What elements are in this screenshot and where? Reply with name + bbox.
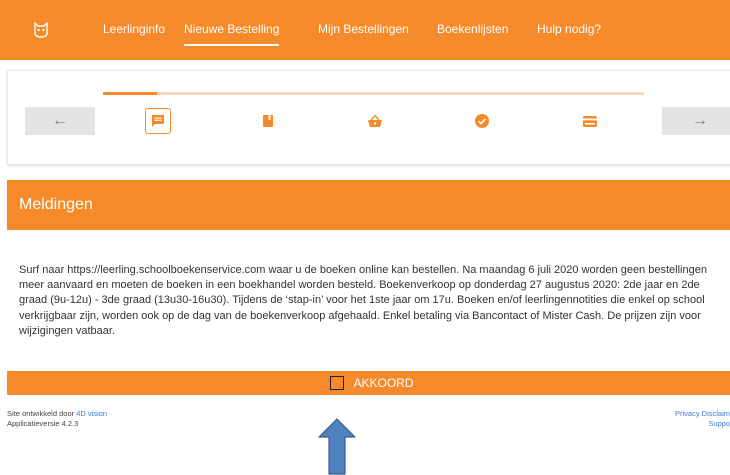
footer-credits: Site ontwikkeld door 4D vision Applicati… [7,409,107,428]
support-link[interactable]: Suppo [675,419,730,429]
nav-item-mijn-bestellingen[interactable]: Mijn Bestellingen [318,22,409,36]
step-basket[interactable] [362,108,388,134]
credit-card-icon [583,115,597,127]
next-step-button[interactable]: → [662,107,730,135]
akkoord-checkbox[interactable] [330,376,345,390]
step-message[interactable] [145,108,171,134]
nav-item-hulp-nodig[interactable]: Hulp nodig? [537,22,601,36]
notification-message: Surf naar https://leerling.schoolboekens… [19,264,707,337]
footer-links: Privacy Disclaim Suppo [675,409,730,428]
book-icon [263,115,273,127]
previous-step-button[interactable]: ← [25,107,95,135]
privacy-disclaimer-link[interactable]: Privacy Disclaim [675,409,730,419]
akkoord-label: AKKOORD [353,376,414,390]
progress-fill [103,92,158,95]
section-header: Meldingen [7,180,730,230]
step-confirm[interactable] [469,108,495,134]
basket-icon [368,114,382,127]
progress-track [103,92,644,95]
nav-item-nieuwe-bestelling[interactable]: Nieuwe Bestelling [184,22,280,46]
step-payment[interactable] [577,108,603,134]
section-title: Meldingen [19,196,93,213]
nav-item-leerlinginfo[interactable]: Leerlinginfo [103,22,165,36]
arrow-right-icon: → [692,112,708,129]
akkoord-button[interactable]: AKKOORD [7,371,730,395]
order-stepper: ← → [7,70,730,165]
footer-version: Applicatieversie 4.2.3 [7,418,79,428]
footer-developed-by: Site ontwikkeld door [7,409,75,418]
nav-item-boekenlijsten[interactable]: Boekenlijsten [437,22,508,36]
owl-logo-icon[interactable] [34,22,48,38]
footer-developer-link[interactable]: 4D vision [76,409,107,418]
message-icon [152,115,164,127]
step-books[interactable] [255,108,281,134]
annotation-up-arrow-icon [318,418,356,475]
check-circle-icon [475,114,489,128]
arrow-left-icon: ← [52,112,68,129]
top-navigation-bar: Leerlinginfo Nieuwe Bestelling Mijn Best… [0,0,730,60]
